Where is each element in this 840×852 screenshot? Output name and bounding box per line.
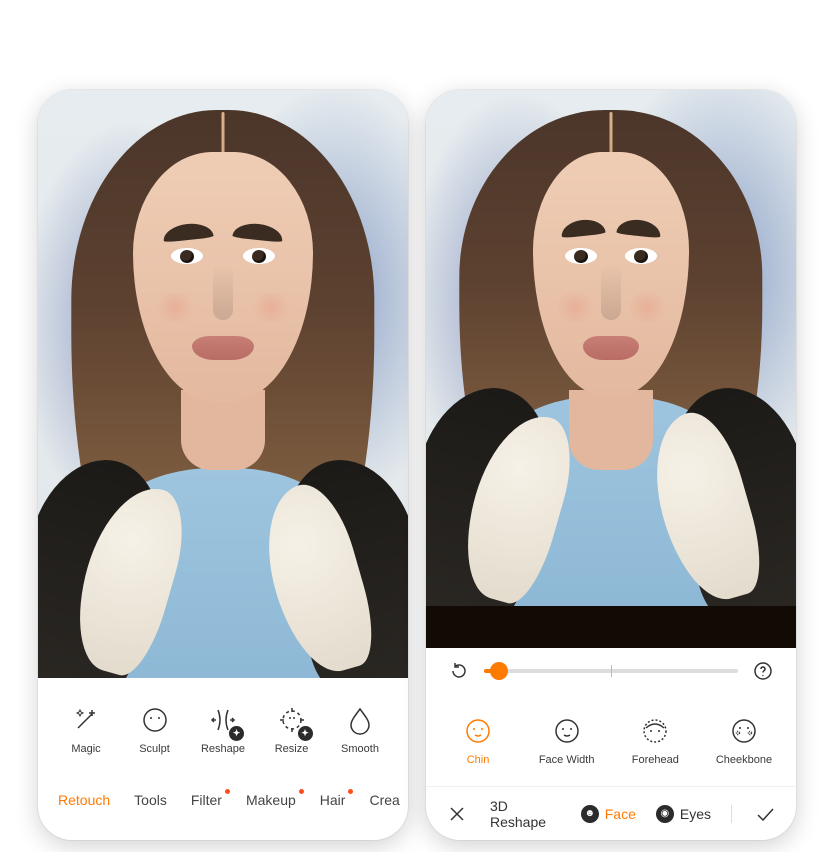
separator <box>731 805 732 823</box>
pro-badge-icon: ✦ <box>298 726 313 741</box>
slider-row <box>426 648 796 694</box>
reshape-icon: ✦ <box>206 703 240 737</box>
intensity-slider[interactable] <box>484 669 738 673</box>
tool-label: Resize <box>275 743 309 755</box>
tab-hair[interactable]: Hair <box>320 792 346 808</box>
chip-label: Face <box>605 806 636 822</box>
option-forehead[interactable]: Forehead <box>625 714 685 766</box>
new-dot-icon <box>225 789 230 794</box>
phone-right: Chin Face Width Forehead Cheekbone <box>426 90 796 840</box>
tab-label: Hair <box>320 792 346 808</box>
tab-tools[interactable]: Tools <box>134 792 167 808</box>
magic-wand-icon <box>69 703 103 737</box>
option-chin[interactable]: Chin <box>448 714 508 766</box>
face-width-icon <box>550 714 584 748</box>
forehead-icon <box>638 714 672 748</box>
droplet-icon <box>343 703 377 737</box>
tab-filter[interactable]: Filter <box>191 792 222 808</box>
tool-label: Smooth <box>341 743 379 755</box>
pro-badge-icon: ✦ <box>229 726 244 741</box>
chip-label: Eyes <box>680 806 711 822</box>
tab-makeup[interactable]: Makeup <box>246 792 296 808</box>
new-dot-icon <box>299 789 304 794</box>
tab-label: Makeup <box>246 792 296 808</box>
tool-smooth[interactable]: Smooth <box>330 703 390 755</box>
tool-reshape[interactable]: ✦ Reshape <box>193 703 253 755</box>
option-cheekbone[interactable]: Cheekbone <box>714 714 774 766</box>
option-face-width[interactable]: Face Width <box>537 714 597 766</box>
check-icon[interactable] <box>752 801 778 827</box>
help-icon[interactable] <box>752 660 774 682</box>
tool-label: Sculpt <box>139 743 170 755</box>
reset-icon[interactable] <box>448 660 470 682</box>
tool-resize[interactable]: ✦ Resize <box>262 703 322 755</box>
tool-label: Reshape <box>201 743 245 755</box>
tab-retouch[interactable]: Retouch <box>58 792 110 808</box>
tool-row: Magic Sculpt ✦ Reshape ✦ Re <box>38 678 408 774</box>
face-chip-icon: ☻ <box>581 805 599 823</box>
slider-thumb[interactable] <box>490 662 508 680</box>
tool-sculpt[interactable]: Sculpt <box>125 703 185 755</box>
category-tabs: Retouch Tools Filter Makeup Hair Crea <box>38 774 408 826</box>
option-label: Face Width <box>539 754 595 766</box>
chip-eyes[interactable]: ◉ Eyes <box>656 805 711 823</box>
close-icon[interactable] <box>444 801 470 827</box>
photo-canvas[interactable] <box>38 90 408 678</box>
tool-magic[interactable]: Magic <box>56 703 116 755</box>
phone-left: Magic Sculpt ✦ Reshape ✦ Re <box>38 90 408 840</box>
option-label: Cheekbone <box>716 754 772 766</box>
option-label: Forehead <box>632 754 679 766</box>
tool-label: Magic <box>71 743 100 755</box>
tab-create[interactable]: Crea <box>369 792 399 808</box>
photo-letterbox <box>426 606 796 648</box>
confirm-bar: 3D Reshape ☻ Face ◉ Eyes <box>426 786 796 840</box>
face-outline-icon <box>138 703 172 737</box>
resize-icon: ✦ <box>275 703 309 737</box>
chip-face[interactable]: ☻ Face <box>581 805 636 823</box>
photo-canvas[interactable] <box>426 90 796 606</box>
option-label: Chin <box>467 754 490 766</box>
chin-face-icon <box>461 714 495 748</box>
eyes-chip-icon: ◉ <box>656 805 674 823</box>
reshape-options: Chin Face Width Forehead Cheekbone <box>426 694 796 786</box>
new-dot-icon <box>348 789 353 794</box>
panel-title: 3D Reshape <box>490 798 561 830</box>
cheekbone-icon <box>727 714 761 748</box>
tab-label: Filter <box>191 792 222 808</box>
